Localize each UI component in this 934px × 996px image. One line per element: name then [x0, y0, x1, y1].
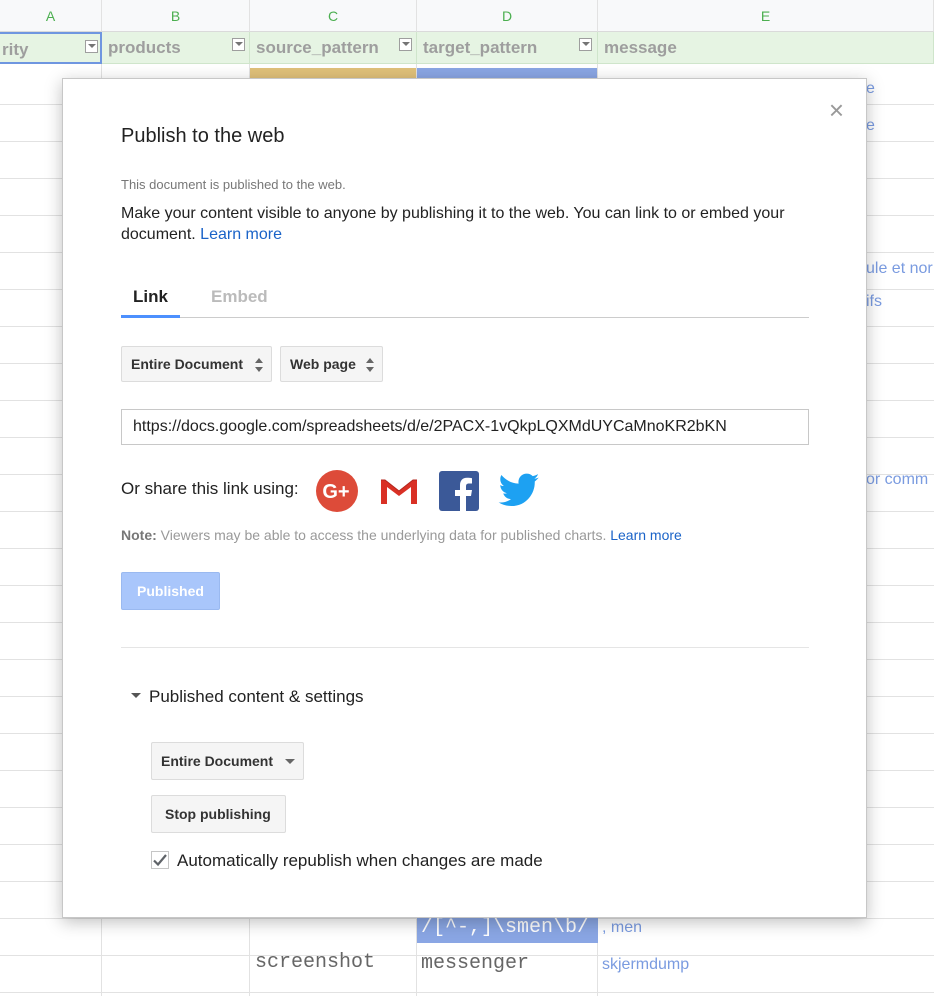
publish-dialog: × Publish to the web This document is pu… — [62, 78, 867, 918]
cell-d-messenger[interactable]: messenger — [421, 952, 529, 975]
auto-republish-checkbox[interactable] — [151, 850, 169, 869]
highlight-cell — [250, 68, 417, 78]
column-letter-a[interactable]: A — [0, 0, 102, 32]
column-letter-d[interactable]: D — [417, 0, 598, 32]
header-cell-a[interactable]: rity — [0, 32, 102, 64]
header-cell-e-text: message — [604, 38, 677, 57]
published-url-field[interactable]: https://docs.google.com/spreadsheets/d/e… — [121, 409, 809, 445]
facebook-icon[interactable] — [437, 469, 481, 513]
header-cell-c-text: source_pattern — [256, 38, 379, 57]
cell-fragment: ifs — [866, 293, 882, 310]
note-learn-more-link[interactable]: Learn more — [610, 527, 682, 543]
cell-c-screenshot[interactable]: screenshot — [255, 951, 375, 974]
google-plus-icon[interactable]: G+ — [315, 469, 359, 513]
triangle-down-icon — [131, 693, 141, 699]
tab-embed[interactable]: Embed — [199, 285, 280, 315]
chevron-down-icon — [285, 759, 295, 764]
share-label: Or share this link using: — [121, 479, 299, 498]
document-scope-select[interactable]: Entire Document — [121, 346, 272, 382]
header-cell-b-text: products — [108, 38, 181, 57]
tab-link[interactable]: Link — [121, 285, 180, 318]
dialog-title: Publish to the web — [121, 125, 285, 147]
learn-more-link[interactable]: Learn more — [200, 226, 282, 243]
cell-fragment: or comm — [866, 471, 929, 488]
tab-bar: Link Embed — [121, 285, 809, 318]
section-title: Published content & settings — [149, 687, 364, 706]
checkmark-icon — [151, 850, 169, 869]
header-cell-a-text: rity — [2, 40, 29, 59]
publish-status-text: This document is published to the web. — [121, 177, 346, 192]
up-down-arrows-icon — [366, 358, 375, 372]
svg-text:G+: G+ — [322, 481, 349, 503]
settings-scope-value: Entire Document — [161, 753, 274, 769]
format-select[interactable]: Web page — [280, 346, 383, 382]
filter-icon[interactable] — [232, 38, 245, 51]
header-cell-d-text: target_pattern — [423, 38, 538, 57]
column-letter-b[interactable]: B — [102, 0, 250, 32]
cell-e-men[interactable]: , men — [602, 919, 642, 937]
format-value: Web page — [290, 356, 356, 372]
up-down-arrows-icon — [255, 358, 264, 372]
note-body: Viewers may be able to access the underl… — [160, 527, 607, 543]
grid-line — [0, 992, 934, 993]
published-button[interactable]: Published — [121, 572, 220, 610]
auto-republish-row: Automatically republish when changes are… — [151, 850, 543, 871]
close-icon[interactable]: × — [829, 97, 844, 123]
highlight-cell — [417, 68, 598, 78]
dialog-description: Make your content visible to anyone by p… — [121, 203, 801, 245]
column-letter-e[interactable]: E — [598, 0, 934, 32]
cell-e-skjermdump[interactable]: skjermdump — [602, 956, 689, 974]
settings-scope-dropdown[interactable]: Entire Document — [151, 742, 304, 780]
cell-fragment: ule et nor — [866, 260, 933, 277]
published-settings-toggle[interactable]: Published content & settings — [131, 687, 364, 707]
note-label: Note: — [121, 527, 157, 543]
section-divider — [121, 647, 809, 648]
auto-republish-label: Automatically republish when changes are… — [177, 851, 543, 870]
gmail-icon[interactable] — [377, 469, 421, 513]
cell-fragment: e — [866, 80, 875, 97]
header-cell-d[interactable]: target_pattern — [417, 32, 598, 64]
cell-fragment: e — [866, 117, 875, 134]
stop-publishing-button[interactable]: Stop publishing — [151, 795, 286, 833]
header-cell-e[interactable]: message — [598, 32, 934, 64]
header-cell-b[interactable]: products — [102, 32, 250, 64]
note-text: Note: Viewers may be able to access the … — [121, 527, 682, 543]
document-scope-value: Entire Document — [131, 356, 244, 372]
column-letter-c[interactable]: C — [250, 0, 417, 32]
filter-icon[interactable] — [85, 40, 98, 53]
filter-icon[interactable] — [399, 38, 412, 51]
header-cell-c[interactable]: source_pattern — [250, 32, 417, 64]
twitter-icon[interactable] — [497, 469, 541, 513]
filter-icon[interactable] — [579, 38, 592, 51]
